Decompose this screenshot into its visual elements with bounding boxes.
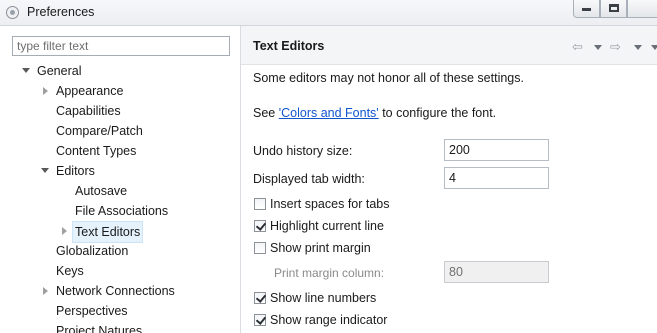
- print-margin-column-label: Print margin column:: [274, 266, 385, 280]
- line-numbers-checkbox[interactable]: [254, 292, 266, 304]
- tree-item-file-associations[interactable]: File Associations: [75, 201, 168, 221]
- collapse-icon[interactable]: [43, 87, 48, 95]
- expand-icon[interactable]: [22, 68, 30, 73]
- tab-width-input[interactable]: [444, 167, 549, 189]
- tree-item-label: Globalization: [56, 244, 129, 258]
- range-indicator-checkbox[interactable]: [254, 314, 266, 326]
- maximize-button[interactable]: [600, 0, 627, 18]
- checkbox-label: Show range indicator: [270, 313, 388, 327]
- collapse-icon[interactable]: [43, 287, 48, 295]
- tree-item-project-natures[interactable]: Project Natures: [56, 321, 142, 333]
- forward-arrow-icon[interactable]: ⇨: [610, 40, 621, 53]
- tree-item-globalization[interactable]: Globalization: [56, 241, 128, 261]
- tree-item-label: File Associations: [75, 204, 169, 218]
- checkbox-label: Show print margin: [270, 241, 371, 255]
- tree-item-capabilities[interactable]: Capabilities: [56, 101, 121, 121]
- print-margin-checkbox[interactable]: [254, 242, 266, 254]
- tree-item-label: Autosave: [75, 184, 128, 198]
- checkbox-label: Show line numbers: [270, 291, 377, 305]
- checkbox-label: Highlight current line: [270, 219, 384, 233]
- page-description: Some editors may not honor all of these …: [253, 71, 524, 85]
- collapse-icon[interactable]: [62, 227, 67, 235]
- tree-item-label: Content Types: [56, 144, 137, 158]
- tree-item-keys[interactable]: Keys: [56, 261, 84, 281]
- title-bar: Preferences: [0, 0, 657, 26]
- tree-item-label: Capabilities: [56, 104, 121, 118]
- tree-item-label: General: [37, 64, 82, 78]
- tree-item-label: Appearance: [56, 84, 124, 98]
- undo-history-input[interactable]: [444, 139, 549, 161]
- expand-icon[interactable]: [41, 168, 49, 173]
- preference-page: Text Editors ⇦ ⇨ Some editors may not ho…: [241, 26, 657, 333]
- tree-item-label: Perspectives: [56, 304, 128, 318]
- font-hint-suffix: to configure the font.: [382, 106, 497, 120]
- maximize-icon: [608, 4, 619, 12]
- chevron-down-icon[interactable]: [594, 45, 602, 50]
- preference-tree-pane: General Appearance Capabilities Compare/…: [0, 26, 240, 333]
- font-hint: See 'Colors and Fonts' to configure the …: [253, 106, 496, 120]
- tree-item-label: Project Natures: [56, 324, 143, 333]
- minimize-button[interactable]: [573, 0, 600, 18]
- window-title: Preferences: [27, 5, 95, 19]
- print-margin-column-input: [444, 261, 549, 283]
- tree-item-label: Network Connections: [56, 284, 175, 298]
- tree-item-autosave[interactable]: Autosave: [75, 181, 127, 201]
- checkbox-label: Insert spaces for tabs: [270, 197, 390, 211]
- close-button[interactable]: [627, 0, 657, 18]
- highlight-line-checkbox[interactable]: [254, 220, 266, 232]
- tree-item-compare-patch[interactable]: Compare/Patch: [56, 121, 143, 141]
- tree-item-label: Compare/Patch: [56, 124, 143, 138]
- tree-item-label: Editors: [56, 164, 95, 178]
- back-arrow-icon[interactable]: ⇦: [572, 40, 583, 53]
- undo-history-label: Undo history size:: [253, 144, 353, 158]
- tree-item-label: Keys: [56, 264, 84, 278]
- tree-item-perspectives[interactable]: Perspectives: [56, 301, 128, 321]
- page-title: Text Editors: [253, 39, 325, 53]
- tab-width-label: Displayed tab width:: [253, 172, 365, 186]
- page-header: Text Editors ⇦ ⇨: [241, 26, 657, 65]
- font-hint-prefix: See: [253, 106, 276, 120]
- filter-input[interactable]: [12, 36, 230, 56]
- menu-icon[interactable]: [651, 45, 657, 50]
- minimize-icon: [582, 8, 591, 11]
- tree-item-content-types[interactable]: Content Types: [56, 141, 136, 161]
- colors-and-fonts-link[interactable]: 'Colors and Fonts': [279, 106, 379, 120]
- tree-item-label: Text Editors: [72, 221, 144, 243]
- chevron-down-icon[interactable]: [634, 45, 642, 50]
- app-icon: [6, 6, 19, 19]
- insert-spaces-checkbox[interactable]: [254, 198, 266, 210]
